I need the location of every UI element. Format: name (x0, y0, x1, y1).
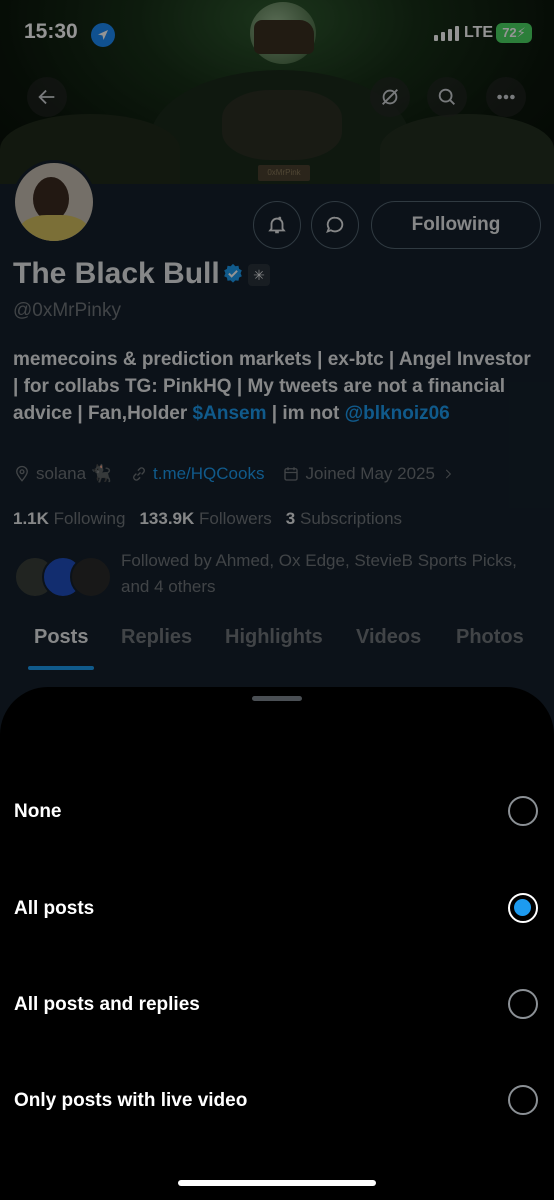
option-all-posts[interactable]: All posts (0, 862, 554, 958)
option-label: All posts and replies (14, 994, 200, 1015)
home-indicator[interactable] (178, 1180, 376, 1186)
radio-button[interactable] (508, 796, 538, 826)
option-none[interactable]: None (0, 765, 554, 861)
radio-button[interactable] (508, 989, 538, 1019)
radio-button[interactable] (508, 1085, 538, 1115)
option-label: Only posts with live video (14, 1090, 248, 1111)
notification-settings-sheet: None All posts All posts and replies Onl… (0, 687, 554, 1200)
radio-button-selected[interactable] (508, 893, 538, 923)
option-label: All posts (14, 898, 95, 919)
sheet-grabber[interactable] (252, 696, 302, 701)
option-all-posts-and-replies[interactable]: All posts and replies (0, 958, 554, 1054)
option-label: None (14, 801, 62, 822)
option-live-video[interactable]: Only posts with live video (0, 1054, 554, 1150)
